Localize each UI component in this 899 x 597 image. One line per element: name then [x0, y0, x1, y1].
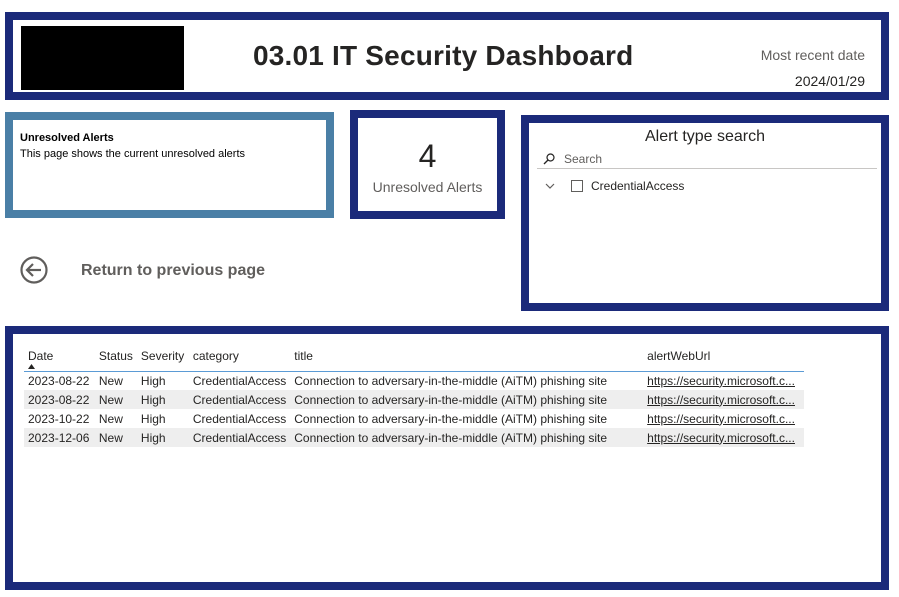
alert-link[interactable]: https://security.microsoft.c... — [647, 393, 797, 407]
slicer-item-label: CredentialAccess — [591, 179, 685, 193]
cell-title: Connection to adversary-in-the-middle (A… — [290, 390, 644, 409]
cell-alertweburl[interactable]: https://security.microsoft.c... — [643, 390, 804, 409]
kpi-value: 4 — [418, 138, 437, 174]
cell-date: 2023-08-22 — [24, 371, 95, 390]
column-header-status[interactable]: Status — [94, 342, 137, 372]
chevron-down-icon[interactable] — [545, 181, 555, 191]
cell-status: New — [94, 409, 137, 428]
cell-alertweburl[interactable]: https://security.microsoft.c... — [643, 409, 804, 428]
cell-severity: High — [136, 409, 189, 428]
alerts-table-panel: Date Status Severity category title aler… — [5, 326, 889, 590]
cell-category: CredentialAccess — [188, 390, 291, 409]
recent-date-value: 2024/01/29 — [794, 73, 865, 89]
cell-category: CredentialAccess — [188, 428, 291, 447]
cell-alertweburl[interactable]: https://security.microsoft.c... — [643, 371, 804, 390]
cell-severity: High — [136, 390, 189, 409]
cell-status: New — [94, 371, 137, 390]
slicer-item-checkbox[interactable] — [571, 180, 583, 192]
cell-date: 2023-08-22 — [24, 390, 95, 409]
slicer-search-input[interactable]: Search — [537, 151, 877, 169]
redacted-logo — [21, 26, 184, 90]
table-row[interactable]: 2023-08-22 New High CredentialAccess Connect… — [24, 390, 804, 409]
cell-date: 2023-12-06 — [24, 428, 95, 447]
alert-link[interactable]: https://security.microsoft.c... — [647, 374, 797, 388]
info-card-title: Unresolved Alerts — [20, 132, 114, 144]
cell-date: 2023-10-22 — [24, 409, 95, 428]
info-card: Unresolved Alerts This page shows the cu… — [5, 112, 334, 218]
unresolved-alerts-card[interactable]: 4 Unresolved Alerts — [350, 110, 505, 219]
table-header-row: Date Status Severity category title aler… — [24, 342, 804, 372]
return-button[interactable]: Return to previous page — [19, 254, 279, 286]
column-header-category[interactable]: category — [188, 342, 291, 372]
cell-title: Connection to adversary-in-the-middle (A… — [290, 428, 644, 447]
cell-severity: High — [136, 371, 189, 390]
cell-category: CredentialAccess — [188, 371, 291, 390]
column-header-severity[interactable]: Severity — [136, 342, 189, 372]
slicer-title: Alert type search — [644, 128, 766, 145]
cell-status: New — [94, 428, 137, 447]
column-header-date[interactable]: Date — [24, 342, 95, 372]
cell-severity: High — [136, 428, 189, 447]
header-panel: 03.01 IT Security Dashboard Most recent … — [5, 12, 889, 100]
return-button-label: Return to previous page — [81, 262, 266, 279]
column-header-title[interactable]: title — [290, 342, 644, 372]
search-placeholder: Search — [564, 152, 603, 166]
info-card-description: This page shows the current unresolved a… — [20, 148, 246, 160]
cell-status: New — [94, 390, 137, 409]
table-body: 2023-08-22 New High CredentialAccess Connect… — [24, 371, 804, 447]
cell-alertweburl[interactable]: https://security.microsoft.c... — [643, 428, 804, 447]
arrow-left-circle-icon — [20, 256, 48, 284]
alerts-table: Date Status Severity category title aler… — [24, 342, 804, 447]
column-header-alertweburl[interactable]: alertWebUrl — [643, 342, 804, 372]
sort-ascending-icon — [28, 363, 35, 369]
recent-date-label: Most recent date — [760, 47, 865, 63]
alert-link[interactable]: https://security.microsoft.c... — [647, 431, 797, 445]
table-row[interactable]: 2023-10-22 New High CredentialAccess Connect… — [24, 409, 804, 428]
page-title: 03.01 IT Security Dashboard — [253, 40, 634, 71]
search-icon — [543, 153, 555, 165]
cell-title: Connection to adversary-in-the-middle (A… — [290, 371, 644, 390]
table-row[interactable]: 2023-08-22 New High CredentialAccess Connect… — [24, 371, 804, 390]
alert-type-slicer: Alert type search Search CredentialAcces… — [521, 115, 889, 311]
table-row[interactable]: 2023-12-06 New High CredentialAccess Connect… — [24, 428, 804, 447]
kpi-label: Unresolved Alerts — [372, 179, 483, 195]
alert-link[interactable]: https://security.microsoft.c... — [647, 412, 797, 426]
cell-category: CredentialAccess — [188, 409, 291, 428]
cell-title: Connection to adversary-in-the-middle (A… — [290, 409, 644, 428]
